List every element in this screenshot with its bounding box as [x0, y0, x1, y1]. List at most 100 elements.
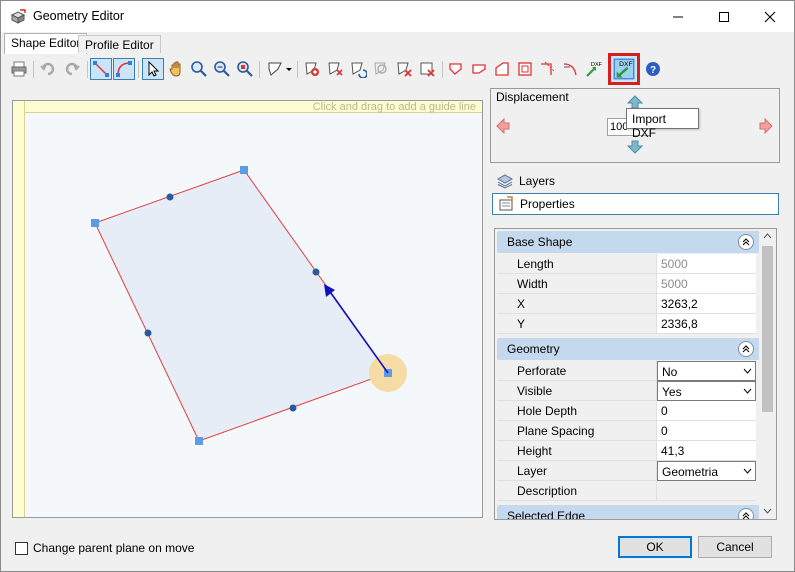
notch-button[interactable] — [491, 58, 513, 80]
select-button[interactable] — [142, 58, 164, 80]
add-vertex-button[interactable] — [301, 58, 323, 80]
add-point-button[interactable] — [324, 58, 346, 80]
scroll-up-icon[interactable] — [763, 233, 772, 239]
svg-text:?: ? — [650, 65, 656, 76]
redo-button[interactable] — [61, 58, 83, 80]
print-button[interactable] — [8, 58, 30, 80]
add-vertex-icon — [305, 62, 319, 76]
import-dxf-button[interactable]: DXF — [608, 53, 640, 85]
category-geometry[interactable]: Geometry — [497, 338, 760, 360]
edge-midpoint-handle[interactable] — [289, 404, 297, 412]
vertex-handle[interactable] — [195, 437, 203, 445]
merge-icon — [374, 62, 387, 75]
flag-button[interactable] — [468, 58, 490, 80]
x-value-field[interactable]: 3263,2 — [657, 294, 756, 314]
vertical-guide-ruler[interactable] — [13, 101, 25, 517]
delete-button[interactable] — [416, 58, 438, 80]
zoom-in-button[interactable] — [188, 58, 210, 80]
change-parent-plane-option[interactable]: Change parent plane on move — [15, 541, 194, 555]
close-button[interactable] — [747, 1, 793, 32]
properties-panel-item[interactable]: Properties — [492, 193, 779, 215]
undo-button[interactable] — [37, 58, 59, 80]
vertex-handle[interactable] — [240, 166, 248, 174]
collapse-icon[interactable] — [738, 234, 754, 250]
round-corner-icon — [563, 63, 577, 76]
toolbar-separator — [297, 61, 298, 78]
drawing-area[interactable] — [25, 113, 482, 517]
base-shape-polygon[interactable] — [94, 169, 389, 442]
cut-corner-button[interactable] — [537, 58, 559, 80]
select-icon — [148, 60, 160, 77]
hole-depth-field[interactable]: 0 — [657, 401, 756, 421]
move-left-icon[interactable] — [496, 118, 510, 134]
edge-midpoint-handle[interactable] — [144, 329, 152, 337]
delete-vertex-button[interactable] — [393, 58, 415, 80]
chamfer-button[interactable] — [514, 58, 536, 80]
tab-shape-editor[interactable]: Shape Editor — [4, 33, 88, 54]
properties-icon — [499, 196, 513, 211]
move-up-icon[interactable] — [627, 95, 643, 109]
collapse-icon[interactable] — [738, 508, 754, 519]
help-icon: ? — [646, 62, 660, 76]
shape-dropdown-button[interactable] — [263, 58, 295, 80]
import-dxf-icon: DXF — [613, 58, 635, 80]
move-right-icon[interactable] — [759, 118, 773, 134]
round-corner-button[interactable] — [560, 58, 582, 80]
close-icon — [764, 11, 776, 22]
height-field[interactable]: 41,3 — [657, 441, 756, 461]
vertex-handle[interactable] — [91, 219, 99, 227]
flip-icon — [449, 63, 462, 75]
property-row: Layer Geometria — [497, 461, 760, 481]
maximize-button[interactable] — [701, 1, 747, 32]
property-row: Hole Depth 0 — [497, 401, 760, 421]
draw-arc-button[interactable] — [113, 58, 135, 80]
edge-midpoint-handle[interactable] — [312, 268, 320, 276]
rotate-button[interactable] — [347, 58, 369, 80]
help-button[interactable]: ? — [642, 58, 664, 80]
zoom-fit-button[interactable] — [234, 58, 256, 80]
visible-select[interactable]: Yes — [657, 381, 756, 401]
toolbar-separator — [33, 61, 34, 78]
title-bar: Geometry Editor — [1, 1, 794, 32]
pan-button[interactable] — [165, 58, 187, 80]
property-row: Description — [497, 481, 760, 501]
cancel-button[interactable]: Cancel — [698, 536, 772, 558]
layer-select[interactable]: Geometria — [657, 461, 756, 481]
flip-button[interactable] — [445, 58, 467, 80]
export-dxf-button[interactable]: DXF — [583, 58, 605, 80]
scroll-down-icon[interactable] — [763, 508, 772, 514]
notch-icon — [495, 62, 509, 76]
rotate-icon — [351, 62, 367, 78]
minimize-button[interactable] — [655, 1, 701, 32]
description-field[interactable] — [657, 481, 756, 501]
layers-panel-item[interactable]: Layers — [492, 170, 779, 192]
zoom-out-button[interactable] — [211, 58, 233, 80]
property-row: Plane Spacing 0 — [497, 421, 760, 441]
merge-button[interactable] — [370, 58, 392, 80]
delete-vertex-icon — [397, 62, 412, 77]
change-parent-plane-checkbox[interactable] — [15, 541, 28, 555]
toolbar-separator — [138, 61, 139, 78]
perforate-select[interactable]: No — [657, 361, 756, 381]
draw-line-button[interactable] — [90, 58, 112, 80]
svg-text:DXF: DXF — [619, 61, 632, 68]
horizontal-guide-ruler[interactable]: Click and drag to add a guide line — [13, 101, 482, 113]
category-base-shape[interactable]: Base Shape — [497, 231, 760, 253]
change-parent-plane-label: Change parent plane on move — [33, 541, 195, 555]
property-row: Perforate No — [497, 361, 760, 381]
ok-button[interactable]: OK — [618, 536, 692, 558]
undo-icon — [40, 62, 55, 76]
property-grid-scrollbar[interactable] — [759, 229, 776, 519]
edge-midpoint-handle[interactable] — [166, 193, 174, 201]
y-value-field[interactable]: 2336,8 — [657, 314, 756, 334]
layers-icon — [497, 174, 513, 189]
drawing-canvas[interactable]: Click and drag to add a guide line — [12, 100, 483, 518]
tab-profile-editor[interactable]: Profile Editor — [78, 35, 161, 53]
collapse-icon[interactable] — [738, 341, 754, 357]
move-down-icon[interactable] — [627, 140, 643, 154]
toolbar-separator — [87, 61, 88, 78]
chevron-down-icon — [743, 368, 752, 374]
plane-spacing-field[interactable]: 0 — [657, 421, 756, 441]
scroll-thumb[interactable] — [762, 246, 773, 412]
category-selected-edge[interactable]: Selected Edge — [497, 505, 760, 519]
